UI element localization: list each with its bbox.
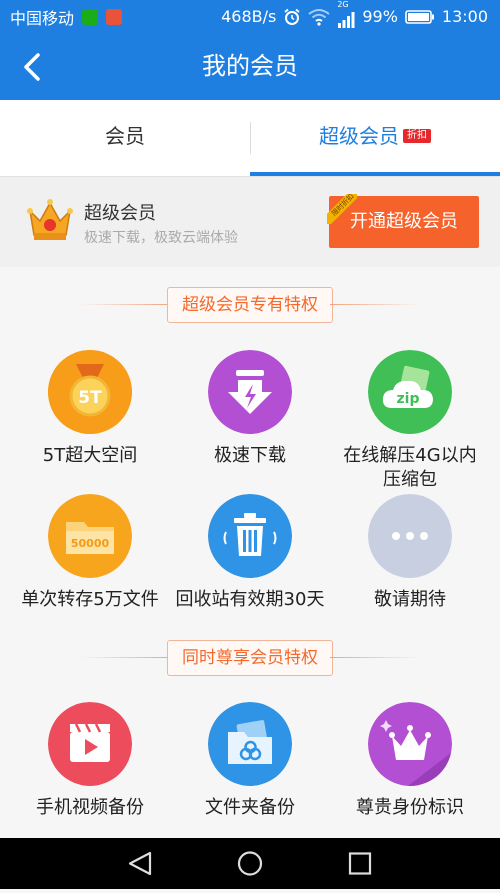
nav-recents-button[interactable]	[330, 838, 390, 889]
discount-badge: 折扣	[403, 128, 431, 143]
status-bar: 中国移动 468B/s 2G 99% 13:00	[0, 0, 500, 33]
more-dots-icon	[368, 494, 452, 578]
network-type: 2G	[337, 0, 349, 9]
limited-discount-ribbon: 限时折扣	[327, 194, 357, 224]
feature-fast-download-label: 极速下载	[214, 445, 286, 466]
super-privileges-title: 超级会员专有特权	[167, 287, 333, 323]
heading-line-right	[330, 304, 420, 305]
network-speed: 468B/s	[221, 7, 277, 26]
feature-phone-video-backup[interactable]: 手机视频备份	[7, 702, 173, 820]
trash-icon	[208, 494, 292, 578]
feature-fast-download[interactable]: 极速下载	[167, 350, 333, 468]
gift-app-icon	[106, 8, 123, 25]
crown-badge-icon	[368, 702, 452, 786]
feature-folder-backup-label: 文件夹备份	[205, 797, 295, 818]
app-header: 我的会员	[0, 33, 500, 103]
folder-50000-icon: 50000	[48, 494, 132, 578]
page-title: 我的会员	[202, 52, 298, 80]
feature-coming-soon: 敬请期待	[327, 494, 493, 612]
super-privileges-heading: 超级会员专有特权	[0, 287, 500, 323]
crown-icon	[27, 199, 73, 240]
battery-icon	[405, 9, 434, 24]
feature-5t-space-label: 5T超大空间	[42, 445, 138, 466]
clock: 13:00	[441, 7, 488, 26]
carrier-name: 中国移动	[10, 8, 75, 28]
wechat-app-icon	[82, 8, 99, 25]
fast-download-icon	[208, 350, 292, 434]
banner-subtitle: 极速下载，极致云端体验	[84, 230, 238, 246]
tab-super-member-label: 超级会员	[319, 124, 399, 148]
feature-online-unzip-label: 在线解压4G以内 压缩包	[327, 444, 493, 492]
feature-5t-space[interactable]: 5T 5T超大空间	[7, 350, 173, 468]
shared-privileges-heading: 同时尊享会员特权	[0, 640, 500, 676]
svg-text:zip: zip	[397, 391, 420, 407]
system-nav-bar	[0, 838, 500, 889]
nav-back-button[interactable]	[110, 838, 170, 889]
feature-vip-identity[interactable]: 尊贵身份标识	[327, 702, 493, 820]
open-super-member-button[interactable]: 开通超级会员 限时折扣	[327, 194, 479, 248]
feature-folder-backup[interactable]: 文件夹备份	[167, 702, 333, 820]
ribbon-text: 限时折扣	[327, 194, 357, 224]
signal-icon: 2G	[337, 0, 355, 28]
alarm-icon	[284, 8, 300, 25]
zip-cloud-icon: zip	[368, 350, 452, 434]
wifi-icon	[308, 8, 330, 26]
battery-percent: 99%	[362, 7, 398, 26]
feature-online-unzip-label-line2: 压缩包	[383, 469, 437, 490]
video-clapper-icon	[48, 702, 132, 786]
feature-vip-identity-label: 尊贵身份标识	[356, 797, 464, 818]
feature-recycle-bin-30-days-label: 回收站有效期30天	[175, 589, 325, 610]
member-tabs: 会员 超级会员 折扣	[0, 100, 500, 177]
feature-online-unzip-label-line1: 在线解压4G以内	[343, 445, 477, 466]
5t-medal-icon: 5T	[48, 350, 132, 434]
feature-online-unzip[interactable]: zip 在线解压4G以内 压缩包	[327, 350, 493, 492]
feature-save-50k-files-label: 单次转存5万文件	[21, 589, 159, 610]
svg-text:5T: 5T	[78, 388, 102, 408]
folder-backup-icon	[208, 702, 292, 786]
nav-home-button[interactable]	[220, 838, 280, 889]
active-tab-indicator	[250, 172, 500, 176]
banner-title: 超级会员	[84, 203, 156, 224]
tab-super-member[interactable]: 超级会员 折扣	[250, 100, 500, 176]
heading-line-left	[80, 657, 170, 658]
nav-home-icon	[237, 851, 263, 876]
heading-line-right	[330, 657, 420, 658]
tab-member[interactable]: 会员	[0, 100, 250, 176]
nav-back-icon	[128, 851, 152, 876]
shared-privileges-title: 同时尊享会员特权	[167, 640, 333, 676]
feature-recycle-bin-30-days[interactable]: 回收站有效期30天	[167, 494, 333, 612]
feature-phone-video-backup-label: 手机视频备份	[36, 797, 144, 818]
svg-text:50000: 50000	[71, 537, 110, 550]
heading-line-left	[80, 304, 170, 305]
tab-member-label: 会员	[105, 124, 145, 148]
feature-coming-soon-label: 敬请期待	[374, 589, 446, 610]
feature-save-50k-files[interactable]: 50000 单次转存5万文件	[7, 494, 173, 612]
nav-recents-icon	[348, 852, 372, 875]
